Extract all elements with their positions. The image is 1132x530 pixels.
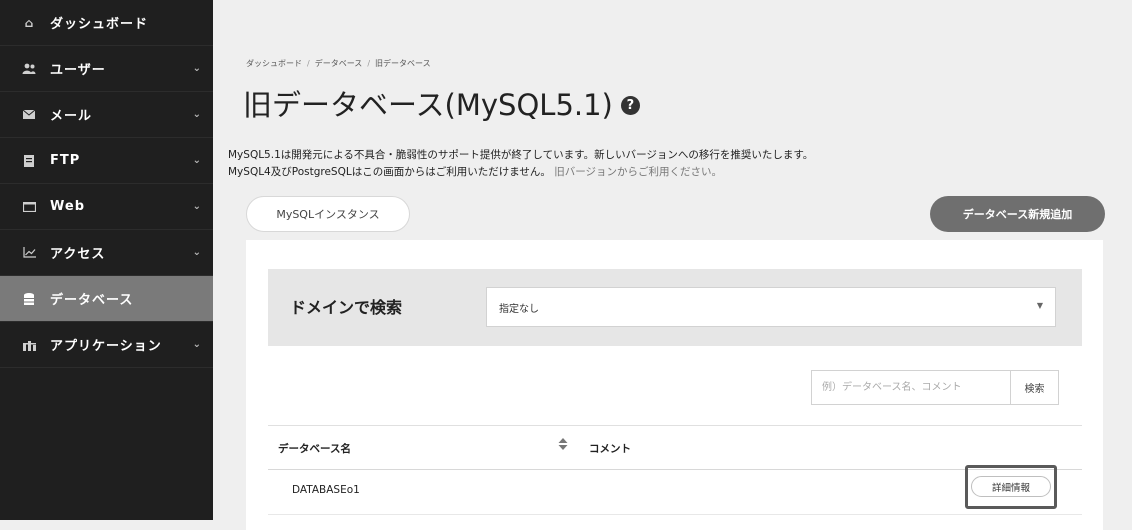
- sidebar-item-web[interactable]: Web ⌄: [0, 184, 213, 230]
- sidebar-item-label: アプリケーション: [50, 339, 162, 354]
- database-name-cell: DATABASEo1: [292, 484, 360, 496]
- sidebar-item-applications[interactable]: アプリケーション ⌄: [0, 322, 213, 368]
- sidebar-item-users[interactable]: ユーザー ⌄: [0, 46, 213, 92]
- breadcrumb-item[interactable]: データベース: [315, 59, 363, 68]
- domain-select[interactable]: 指定なし ▼: [486, 287, 1056, 327]
- sort-icon[interactable]: [558, 438, 568, 453]
- domain-select-value: 指定なし: [499, 303, 539, 315]
- breadcrumb-separator: /: [307, 59, 310, 68]
- window-icon: [18, 201, 40, 212]
- column-header-name[interactable]: データベース名: [278, 441, 351, 456]
- breadcrumb-current: 旧データベース: [375, 59, 431, 68]
- chevron-down-icon: ⌄: [192, 63, 201, 74]
- old-version-link[interactable]: 旧バージョンからご利用ください。: [554, 166, 722, 178]
- page-title: 旧データベース(MySQL5.1): [243, 88, 613, 122]
- sidebar: ⌂ ダッシュボード ユーザー ⌄ メール ⌄ FTP ⌄ Web ⌄ アクセス …: [0, 0, 213, 520]
- sidebar-item-database[interactable]: データベース: [0, 276, 213, 322]
- sidebar-item-label: Web: [50, 199, 85, 214]
- sidebar-item-label: データベース: [50, 293, 134, 308]
- keyword-search-input[interactable]: [811, 370, 1010, 405]
- sidebar-item-label: アクセス: [50, 247, 106, 262]
- column-header-comment: コメント: [589, 443, 631, 455]
- chevron-down-icon: ⌄: [192, 247, 201, 258]
- main-content: ダッシュボード / データベース / 旧データベース 旧データベース(MySQL5.1)…: [213, 0, 1132, 530]
- page-title-wrap: 旧データベース(MySQL5.1) ?: [243, 82, 640, 124]
- chevron-down-icon: ⌄: [192, 201, 201, 212]
- breadcrumb-item[interactable]: ダッシュボード: [246, 59, 302, 68]
- database-panel: ドメインで検索 指定なし ▼ 検索 データベース名 コメント DATABASEo…: [246, 240, 1103, 530]
- detail-info-button[interactable]: 詳細情報: [971, 476, 1051, 497]
- search-button[interactable]: 検索: [1010, 370, 1059, 405]
- sidebar-item-label: FTP: [50, 153, 81, 168]
- description-text: MySQL4及びPostgreSQLはこの画面からはご利用いただけません。: [228, 166, 551, 178]
- description-line: MySQL5.1は開発元による不具合・脆弱性のサポート提供が終了しています。新し…: [228, 149, 814, 161]
- file-icon: [18, 154, 40, 167]
- page-description: MySQL5.1は開発元による不具合・脆弱性のサポート提供が終了しています。新し…: [228, 147, 813, 181]
- table-row: DATABASEo1 詳細情報: [268, 465, 1082, 515]
- dropdown-arrow-icon: ▼: [1036, 301, 1043, 310]
- home-icon: ⌂: [24, 15, 34, 30]
- sidebar-item-access[interactable]: アクセス ⌄: [0, 230, 213, 276]
- sidebar-item-mail[interactable]: メール ⌄: [0, 92, 213, 138]
- domain-search-box: ドメインで検索 指定なし ▼: [268, 269, 1082, 346]
- description-line: MySQL4及びPostgreSQLはこの画面からはご利用いただけません。 旧バ…: [228, 164, 813, 181]
- mail-icon: [18, 110, 40, 119]
- chevron-down-icon: ⌄: [192, 109, 201, 120]
- database-icon: [18, 292, 40, 305]
- help-icon[interactable]: ?: [620, 95, 640, 115]
- add-database-button[interactable]: データベース新規追加: [930, 196, 1105, 232]
- domain-search-label: ドメインで検索: [290, 298, 403, 317]
- chevron-down-icon: ⌄: [192, 155, 201, 166]
- sidebar-item-ftp[interactable]: FTP ⌄: [0, 138, 213, 184]
- chart-icon: [18, 247, 40, 258]
- chevron-down-icon: ⌄: [192, 339, 201, 350]
- apps-icon: [18, 339, 40, 351]
- database-table: データベース名 コメント DATABASEo1 詳細情報: [268, 425, 1082, 515]
- breadcrumb-separator: /: [367, 59, 371, 68]
- sidebar-item-label: メール: [50, 109, 93, 124]
- sidebar-item-label: ダッシュボード: [50, 17, 149, 32]
- sidebar-item-dashboard[interactable]: ⌂ ダッシュボード: [0, 0, 213, 46]
- sidebar-item-label: ユーザー: [50, 63, 106, 78]
- mysql-instance-button[interactable]: MySQLインスタンス: [246, 196, 410, 232]
- users-icon: [18, 63, 40, 74]
- table-header-row: データベース名 コメント: [268, 425, 1082, 470]
- breadcrumb: ダッシュボード / データベース / 旧データベース: [246, 58, 431, 69]
